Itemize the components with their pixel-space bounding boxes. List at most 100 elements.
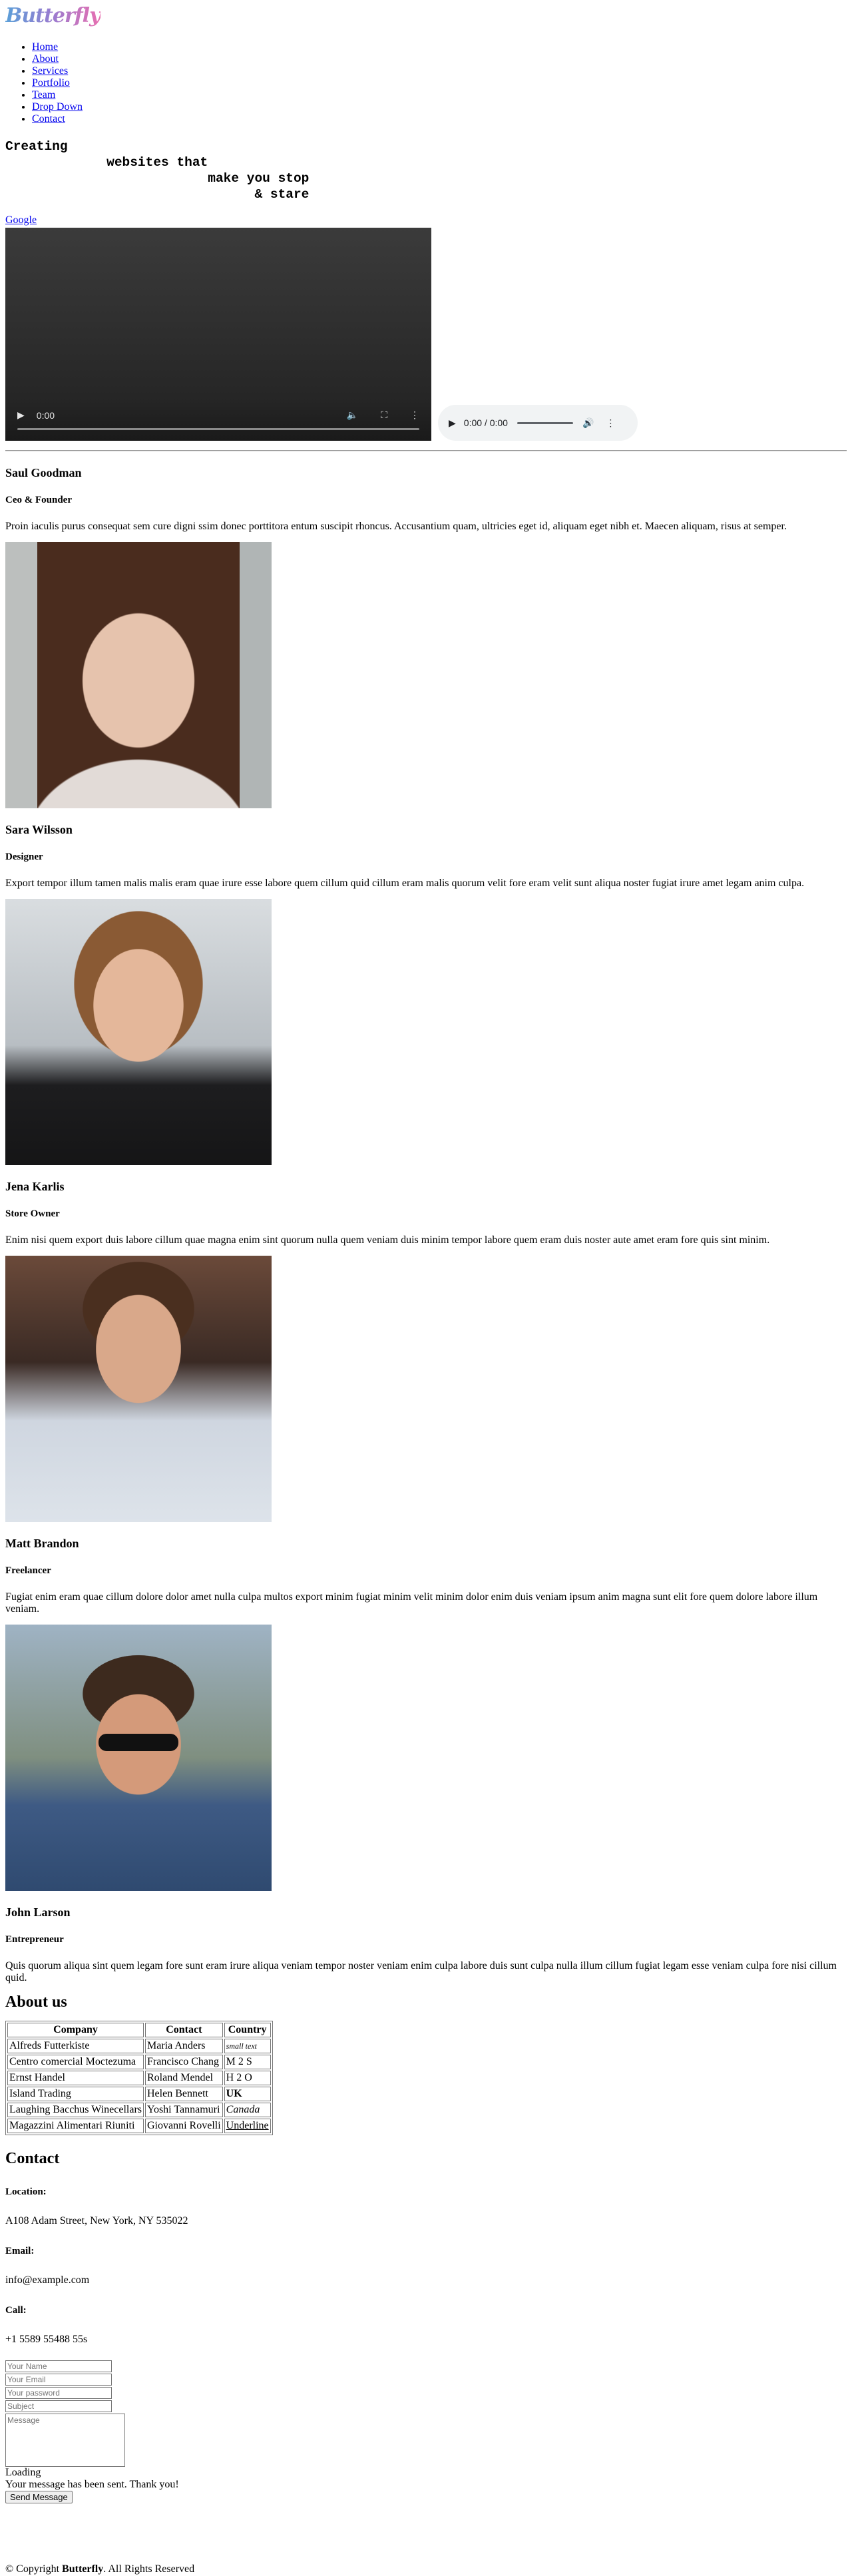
table-cell: Island Trading (7, 2087, 144, 2101)
member-role: Store Owner (5, 1208, 60, 1219)
team-member: John Larson Entrepreneur Quis quorum ali… (5, 1906, 847, 1984)
video-progress-track[interactable] (17, 428, 419, 430)
nav-item-services: Services (32, 65, 847, 77)
subject-input[interactable] (5, 2400, 112, 2412)
member-photo (5, 542, 272, 808)
about-title: About us (5, 1993, 67, 2011)
divider (5, 450, 847, 451)
audio-progress-track[interactable] (517, 421, 573, 424)
member-photo (5, 899, 272, 1165)
nav-link-portfolio[interactable]: Portfolio (32, 77, 70, 89)
member-bio: Proin iaculis purus consequat sem cure d… (5, 521, 787, 532)
table-cell: H 2 O (224, 2071, 271, 2085)
nav-link-services[interactable]: Services (32, 65, 68, 77)
nav-link-contact[interactable]: Contact (32, 113, 65, 125)
member-role: Entrepreneur (5, 1934, 64, 1945)
table-cell: Laughing Bacchus Winecellars (7, 2103, 144, 2117)
nav-item-contact: Contact (32, 113, 847, 125)
table-cell: Giovanni Rovelli (145, 2119, 223, 2133)
nav-item-team: Team (32, 89, 847, 101)
password-input[interactable] (5, 2387, 112, 2399)
column-header: Company (7, 2023, 144, 2037)
member-bio: Fugiat enim eram quae cillum dolore dolo… (5, 1591, 818, 1615)
table-cell: Roland Mendel (145, 2071, 223, 2085)
member-bio: Export tempor illum tamen malis malis er… (5, 878, 805, 889)
team-member: Jena Karlis Store Owner Enim nisi quem e… (5, 1180, 847, 1522)
table-header-row: Company Contact Country (7, 2023, 271, 2037)
audio-player[interactable]: ▶ 0:00 / 0:00 🔊 ⋮ (438, 405, 638, 441)
member-name: Jena Karlis (5, 1180, 65, 1193)
more-icon[interactable]: ⋮ (410, 409, 419, 421)
nav-link-dropdown[interactable]: Drop Down (32, 101, 83, 113)
member-photo (5, 1256, 272, 1522)
table-cell: Canada (224, 2103, 271, 2117)
member-name: Saul Goodman (5, 466, 82, 479)
google-link[interactable]: Google (5, 214, 847, 226)
table-row: Island Trading Helen Bennett UK (7, 2087, 271, 2101)
nav-item-about: About (32, 53, 847, 65)
team-member: Matt Brandon Freelancer Fugiat enim eram… (5, 1537, 847, 1891)
volume-icon[interactable]: 🔊 (582, 417, 594, 429)
table-row: Alfreds Futterkiste Maria Anders small t… (7, 2039, 271, 2053)
table-cell: M 2 S (224, 2055, 271, 2069)
nav-link-about[interactable]: About (32, 53, 59, 65)
table-row: Centro comercial Moctezuma Francisco Cha… (7, 2055, 271, 2069)
about-table: Company Contact Country Alfreds Futterki… (5, 2021, 273, 2135)
name-input[interactable] (5, 2360, 112, 2372)
nav-link-team[interactable]: Team (32, 89, 55, 101)
member-name: John Larson (5, 1906, 71, 1919)
small-text: small text (226, 2041, 257, 2051)
video-player[interactable]: ▶ 0:00 🔈 ⛶ ⋮ (5, 228, 431, 441)
member-name: Sara Wilsson (5, 823, 73, 836)
media-row: ▶ 0:00 🔈 ⛶ ⋮ ▶ 0:00 / 0:00 🔊 ⋮ (5, 228, 847, 441)
location-value: A108 Adam Street, New York, NY 535022 (5, 2215, 188, 2226)
email-input[interactable] (5, 2374, 112, 2386)
copyright-prefix: © Copyright (5, 2563, 63, 2575)
main-nav: Home About Services Portfolio Team Drop … (5, 41, 847, 125)
table-cell: Maria Anders (145, 2039, 223, 2053)
message-textarea[interactable] (5, 2414, 125, 2467)
table-cell: Francisco Chang (145, 2055, 223, 2069)
send-message-button[interactable]: Send Message (5, 2491, 73, 2503)
more-icon[interactable]: ⋮ (606, 417, 615, 429)
member-photo (5, 1625, 272, 1891)
table-cell: Magazzini Alimentari Riuniti (7, 2119, 144, 2133)
member-bio: Quis quorum aliqua sint quem legam fore … (5, 1960, 837, 1983)
contact-section: Contact Location: A108 Adam Street, New … (5, 2150, 847, 2503)
logo[interactable]: Butterfly (5, 0, 847, 29)
table-cell: Underline (224, 2119, 271, 2133)
volume-icon[interactable]: 🔈 (347, 409, 358, 421)
contact-form: Loading Your message has been sent. Than… (5, 2360, 847, 2503)
call-label: Call: (5, 2305, 27, 2316)
table-row: Laughing Bacchus Winecellars Yoshi Tanna… (7, 2103, 271, 2117)
member-role: Designer (5, 852, 43, 862)
nav-link-home[interactable]: Home (32, 41, 58, 53)
member-bio: Enim nisi quem export duis labore cillum… (5, 1234, 770, 1246)
hero-tagline: Creating websites that make you stop & s… (5, 139, 310, 202)
table-cell: small text (224, 2039, 271, 2053)
footer: © Copyright Butterfly. All Rights Reserv… (5, 2563, 847, 2575)
team-member: Sara Wilsson Designer Export tempor illu… (5, 823, 847, 1165)
call-value: +1 5589 55488 55s (5, 2334, 88, 2345)
video-controls: ▶ 0:00 🔈 ⛶ ⋮ (17, 409, 419, 421)
nav-item-home: Home (32, 41, 847, 53)
play-icon[interactable]: ▶ (449, 417, 456, 429)
play-icon[interactable]: ▶ (17, 409, 25, 421)
nav-item-dropdown: Drop Down (32, 101, 847, 113)
audio-time: 0:00 / 0:00 (463, 417, 508, 428)
email-label: Email: (5, 2246, 35, 2256)
email-value: info@example.com (5, 2274, 90, 2286)
table-cell: Alfreds Futterkiste (7, 2039, 144, 2053)
member-role: Freelancer (5, 1565, 51, 1576)
loading-text: Loading (5, 2467, 41, 2478)
column-header: Contact (145, 2023, 223, 2037)
footer-brand: Butterfly (62, 2563, 104, 2575)
fullscreen-icon[interactable]: ⛶ (381, 409, 387, 421)
location-label: Location: (5, 2187, 47, 2197)
column-header: Country (224, 2023, 271, 2037)
table-cell: Centro comercial Moctezuma (7, 2055, 144, 2069)
table-cell: Ernst Handel (7, 2071, 144, 2085)
table-cell: Helen Bennett (145, 2087, 223, 2101)
video-time: 0:00 (36, 409, 55, 421)
sent-message: Your message has been sent. Thank you! (5, 2479, 179, 2490)
